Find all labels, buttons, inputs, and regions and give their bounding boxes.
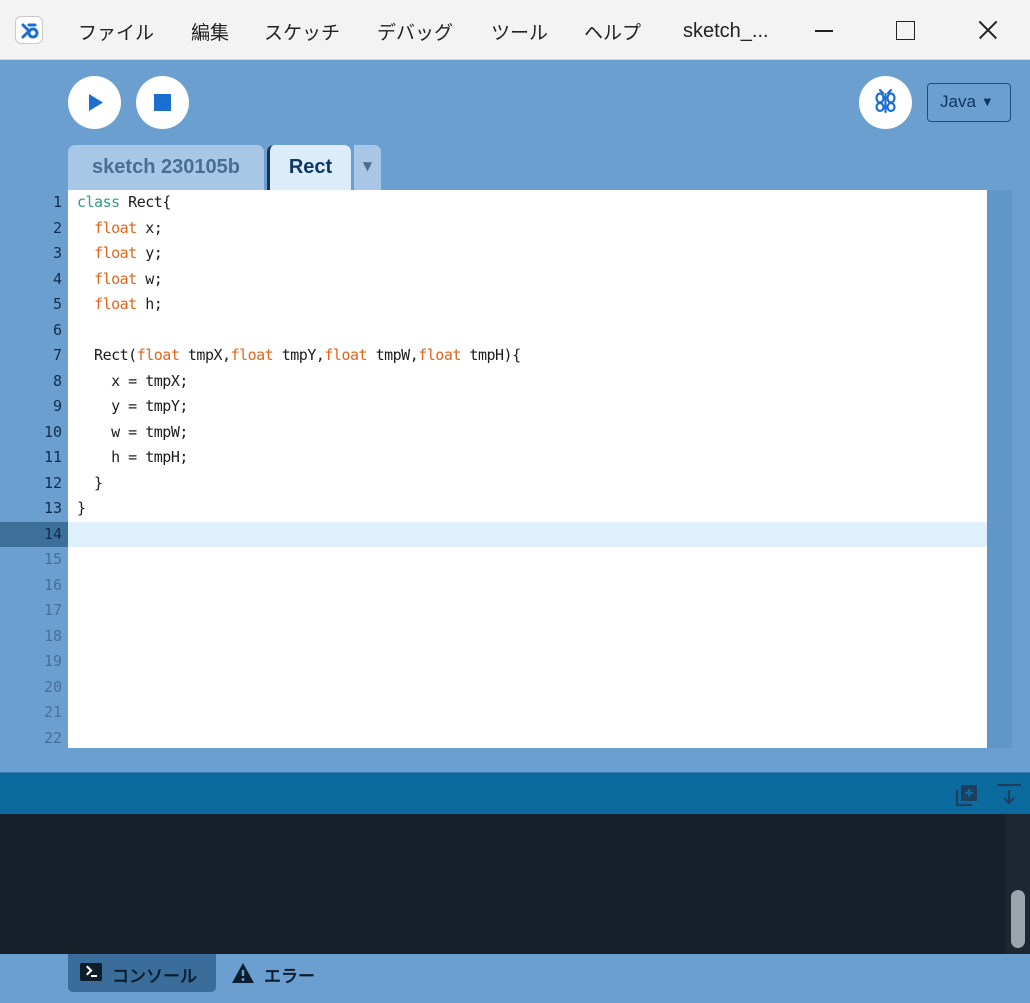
stop-button[interactable] (136, 76, 189, 129)
code-line: } (77, 473, 103, 492)
processing-logo-icon[interactable] (15, 16, 43, 44)
line-number: 11 (43, 448, 62, 466)
tab-rect[interactable]: Rect (267, 145, 351, 190)
line-number: 7 (52, 346, 62, 364)
debugger-button[interactable] (859, 76, 912, 129)
title-bar: ファイル 編集 スケッチ デバッグ ツール ヘルプ sketch_... (0, 0, 1030, 60)
code-line: float y; (94, 244, 163, 262)
minimize-button[interactable] (804, 14, 844, 46)
tab-console-label: コンソール (112, 967, 197, 987)
line-number: 9 (52, 397, 62, 415)
line-number: 14 (43, 524, 62, 543)
warning-icon (232, 963, 254, 983)
line-number: 19 (43, 652, 62, 670)
close-button[interactable] (968, 14, 1008, 46)
line-number: 13 (43, 499, 62, 517)
line-number: 2 (52, 218, 62, 237)
menu-file[interactable]: ファイル (78, 18, 154, 45)
collapse-down-icon[interactable] (996, 782, 1022, 808)
code-line: w = tmpW; (77, 422, 188, 441)
run-button[interactable] (68, 76, 121, 129)
play-icon (89, 94, 103, 111)
code-line: } (77, 499, 86, 517)
code-editor[interactable]: class Rect{ float x; float y; float w; f… (68, 190, 987, 748)
menu-debug[interactable]: デバッグ (377, 18, 453, 45)
line-number: 1 (52, 193, 62, 211)
menu-help[interactable]: ヘルプ (584, 18, 641, 45)
mode-label: Java (940, 92, 976, 111)
line-number: 6 (52, 320, 62, 339)
code-line: x = tmpX; (77, 371, 188, 390)
line-number: 8 (52, 371, 62, 390)
code-line: float x; (94, 218, 163, 237)
line-number-gutter: 1 2 3 4 5 6 7 8 9 10 11 12 13 14 15 16 17 18 19 20 21 22 (0, 190, 68, 748)
code-line: float h; (94, 295, 163, 313)
tab-errors-label: エラー (264, 967, 315, 987)
tab-errors[interactable]: エラー (228, 954, 338, 992)
code-line: h = tmpH; (77, 448, 188, 466)
chevron-down-icon: ▼ (980, 94, 994, 109)
console-output[interactable] (0, 814, 1006, 954)
stop-icon (154, 94, 171, 111)
editor-console-divider[interactable] (0, 748, 1030, 773)
menu-sketch[interactable]: スケッチ (264, 18, 340, 45)
line-number: 4 (52, 269, 62, 288)
line-number: 21 (43, 703, 62, 721)
console-scrollbar-thumb[interactable] (1011, 890, 1025, 948)
butterfly-icon (875, 88, 896, 114)
code-line: y = tmpY; (77, 397, 188, 415)
line-number: 18 (43, 626, 62, 645)
line-number: 3 (52, 244, 62, 262)
menu-edit[interactable]: 編集 (191, 18, 229, 45)
terminal-icon (80, 963, 102, 981)
line-number: 12 (43, 473, 62, 492)
console-header (0, 773, 1030, 814)
current-line-highlight (68, 521, 987, 547)
tab-menu-button[interactable]: ▼ (354, 145, 381, 190)
editor-scrollbar[interactable] (987, 190, 1012, 748)
chevron-down-icon: ▼ (362, 159, 373, 173)
code-line: class Rect{ (77, 193, 171, 211)
tab-console[interactable]: コンソール (68, 954, 216, 992)
window-title: sketch_... (683, 20, 769, 42)
line-number: 20 (43, 677, 62, 696)
copy-icon[interactable] (954, 782, 980, 808)
line-number: 16 (43, 575, 62, 594)
code-line: float w; (94, 269, 163, 288)
maximize-button[interactable] (885, 14, 925, 46)
line-number: 5 (52, 295, 62, 313)
code-line: Rect(float tmpX,float tmpY,float tmpW,fl… (77, 346, 521, 364)
mode-select[interactable]: Java ▼ (927, 83, 1011, 122)
tab-sketch[interactable]: sketch 230105b (68, 145, 264, 190)
line-number: 17 (43, 601, 62, 619)
menu-tools[interactable]: ツール (491, 18, 548, 45)
line-number: 15 (43, 550, 62, 568)
line-number: 10 (43, 422, 62, 441)
